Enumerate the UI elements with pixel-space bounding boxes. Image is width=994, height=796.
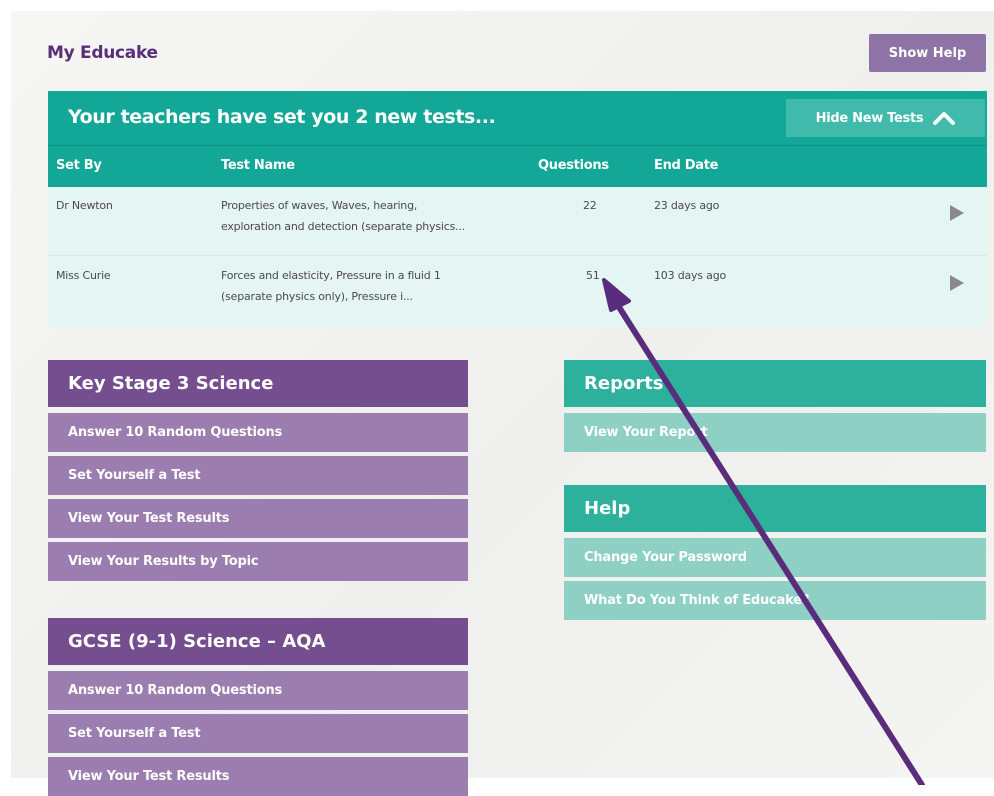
hide-new-tests-button[interactable]: Hide New Tests — [786, 99, 985, 137]
test-name-cell: Forces and elasticity, Pressure in a flu… — [221, 269, 441, 282]
ks3-random-questions-link[interactable]: Answer 10 Random Questions — [48, 413, 468, 452]
ks3-panel: Key Stage 3 Science Answer 10 Random Que… — [48, 360, 468, 582]
set-by-cell: Dr Newton — [56, 199, 113, 212]
show-help-button[interactable]: Show Help — [869, 34, 986, 72]
help-title: Help — [564, 485, 986, 532]
page-title: My Educake — [47, 43, 158, 63]
tests-table-header: Set By Test Name Questions End Date — [48, 145, 987, 187]
questions-cell: 22 — [583, 199, 597, 212]
questions-cell: 51 — [586, 269, 600, 282]
gcse-random-questions-link[interactable]: Answer 10 Random Questions — [48, 671, 468, 710]
ks3-title: Key Stage 3 Science — [48, 360, 468, 407]
feedback-link[interactable]: What Do You Think of Educake? — [564, 581, 986, 620]
ks3-results-by-topic-link[interactable]: View Your Results by Topic — [48, 542, 468, 581]
help-panel: Help Change Your Password What Do You Th… — [564, 485, 986, 620]
test-name-cell-line2: (separate physics only), Pressure i... — [221, 290, 413, 303]
test-name-cell: Properties of waves, Waves, hearing, — [221, 199, 418, 212]
table-row[interactable]: Dr Newton Properties of waves, Waves, he… — [48, 186, 987, 256]
ks3-test-results-link[interactable]: View Your Test Results — [48, 499, 468, 538]
end-date-cell: 103 days ago — [654, 269, 727, 282]
new-tests-panel: Your teachers have set you 2 new tests..… — [48, 91, 987, 328]
end-date-cell: 23 days ago — [654, 199, 720, 212]
col-end-date: End Date — [654, 158, 719, 173]
col-test-name: Test Name — [221, 158, 295, 173]
view-report-link[interactable]: View Your Report — [564, 413, 986, 452]
gcse-title: GCSE (9-1) Science – AQA — [48, 618, 468, 665]
new-tests-title: Your teachers have set you 2 new tests..… — [68, 106, 496, 128]
chevron-up-icon — [933, 112, 956, 125]
reports-title: Reports — [564, 360, 986, 407]
gcse-set-test-link[interactable]: Set Yourself a Test — [48, 714, 468, 753]
play-icon[interactable] — [948, 273, 966, 293]
set-by-cell: Miss Curie — [56, 269, 111, 282]
reports-panel: Reports View Your Report — [564, 360, 986, 452]
new-tests-header: Your teachers have set you 2 new tests..… — [48, 91, 987, 145]
col-set-by: Set By — [56, 158, 102, 173]
test-name-cell-line2: exploration and detection (separate phys… — [221, 220, 465, 233]
play-icon[interactable] — [948, 203, 966, 223]
gcse-panel: GCSE (9-1) Science – AQA Answer 10 Rando… — [48, 618, 468, 796]
gcse-test-results-link[interactable]: View Your Test Results — [48, 757, 468, 796]
hide-new-tests-label: Hide New Tests — [815, 110, 924, 126]
ks3-set-test-link[interactable]: Set Yourself a Test — [48, 456, 468, 495]
change-password-link[interactable]: Change Your Password — [564, 538, 986, 577]
table-row[interactable]: Miss Curie Forces and elasticity, Pressu… — [48, 256, 987, 325]
col-questions: Questions — [538, 158, 609, 173]
